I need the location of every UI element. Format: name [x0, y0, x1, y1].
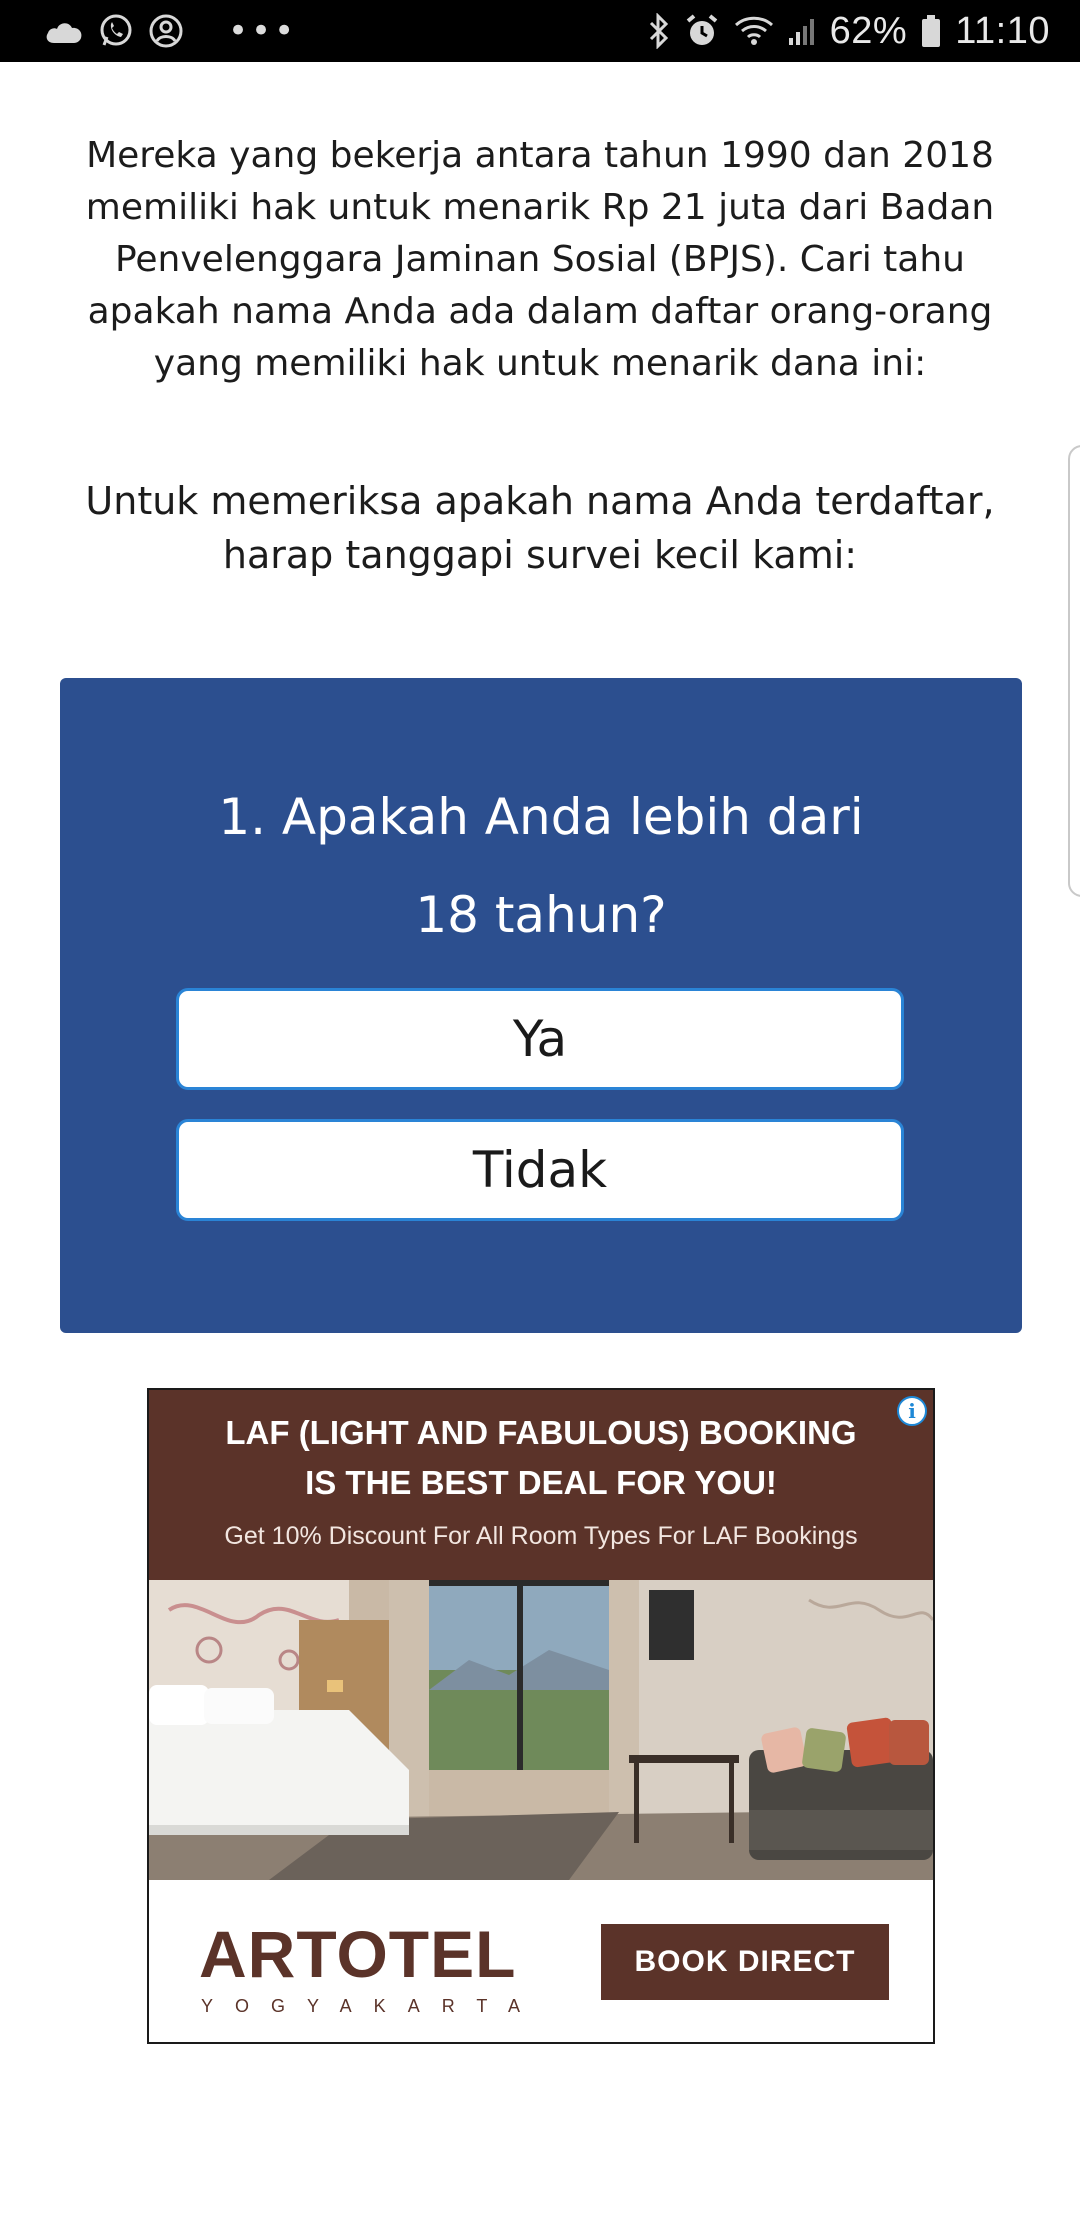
answer-no-button[interactable]: Tidak — [176, 1119, 904, 1221]
status-bar-right: 62% 11:10 — [648, 10, 1050, 53]
signal-icon — [788, 11, 816, 51]
account-circle-icon — [148, 11, 184, 51]
survey-box: 1. Apakah Anda lebih dari 18 tahun? Ya T… — [60, 678, 1022, 1333]
clock: 11:10 — [955, 9, 1050, 52]
info-icon[interactable]: i — [897, 1396, 927, 1426]
article-intro: Mereka yang bekerja antara tahun 1990 da… — [85, 135, 995, 384]
brand-city: YOGYAKARTA — [201, 1996, 543, 2016]
ad-subline: Get 10% Discount For All Room Types For … — [224, 1522, 858, 1550]
answer-yes-button[interactable]: Ya — [176, 988, 904, 1090]
more-notifications-icon: ••• — [228, 11, 298, 51]
ad-header: LAF (LIGHT AND FABULOUS) BOOKING IS THE … — [149, 1390, 933, 1580]
cloud-icon — [44, 11, 84, 51]
brand-logo: ARTOTEL — [199, 1917, 517, 1991]
status-bar-left: ••• — [44, 11, 297, 51]
ad-headline: LAF (LIGHT AND FABULOUS) BOOKING IS THE … — [225, 1414, 857, 1501]
book-direct-button[interactable]: BOOK DIRECT — [601, 1924, 889, 2000]
battery-icon — [921, 11, 941, 51]
ad-footer: ARTOTEL YOGYAKARTA BOOK DIRECT — [149, 1880, 933, 2042]
alarm-icon — [684, 11, 720, 51]
battery-percent: 62% — [829, 9, 908, 52]
whatsapp-icon — [98, 11, 134, 51]
survey-question: 1. Apakah Anda lebih dari 18 tahun? — [218, 788, 864, 944]
hotel-room-photo — [149, 1580, 933, 1880]
survey-prompt: Untuk memeriksa apakah nama Anda terdaft… — [85, 479, 995, 577]
wifi-icon — [734, 11, 774, 51]
status-bar: ••• 62% 11:10 — [0, 0, 1080, 62]
edge-panel-handle[interactable] — [1068, 445, 1080, 897]
bluetooth-icon — [648, 11, 670, 51]
hotel-ad-banner[interactable]: LAF (LIGHT AND FABULOUS) BOOKING IS THE … — [147, 1388, 935, 2044]
